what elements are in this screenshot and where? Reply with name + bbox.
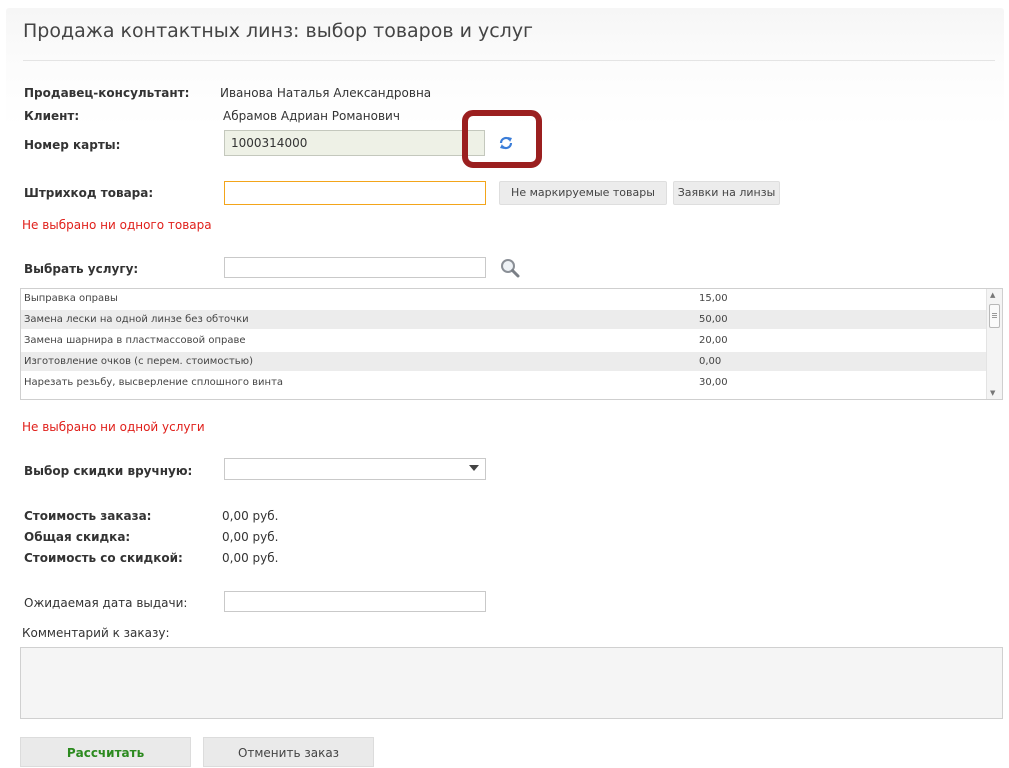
service-price: 50,00 (699, 314, 728, 325)
comment-label: Комментарий к заказу: (22, 626, 170, 640)
order-cost-label: Стоимость заказа: (24, 509, 152, 523)
service-price: 20,00 (699, 335, 728, 346)
discount-select[interactable] (224, 458, 486, 480)
service-price: 30,00 (699, 377, 728, 388)
service-label: Выбрать услугу: (24, 262, 139, 276)
services-list[interactable]: Выправка оправы 15,00 Замена лески на од… (20, 288, 1003, 400)
unmarked-goods-button[interactable]: Не маркируемые товары (499, 181, 667, 205)
delivery-date-label: Ожидаемая дата выдачи: (24, 596, 188, 610)
scrollbar-thumb[interactable] (989, 304, 1000, 328)
seller-value: Иванова Наталья Александровна (220, 86, 432, 100)
list-item[interactable]: Изготовление очков (с перем. стоимостью)… (21, 352, 987, 371)
discounted-cost-label: Стоимость со скидкой: (24, 551, 183, 565)
list-item[interactable]: Замена шарнира в пластмассовой оправе 20… (21, 331, 987, 350)
scroll-up-icon[interactable]: ▲ (990, 291, 995, 299)
seller-label: Продавец-консультант: (24, 86, 190, 100)
discount-label: Выбор скидки вручную: (24, 464, 193, 478)
highlight-box (462, 110, 542, 168)
client-label: Клиент: (24, 109, 80, 123)
chevron-down-icon (469, 465, 479, 471)
service-name: Выправка оправы (24, 293, 118, 304)
service-name: Замена лески на одной линзе без обточки (24, 314, 249, 325)
page-title: Продажа контактных линз: выбор товаров и… (23, 20, 534, 42)
service-price: 15,00 (699, 293, 728, 304)
services-scrollbar[interactable]: ▲ ▼ (986, 289, 1002, 399)
list-item[interactable]: Нарезать резьбу, высверление сплошного в… (21, 373, 987, 392)
cancel-order-button[interactable]: Отменить заказ (203, 737, 374, 767)
total-discount-label: Общая скидка: (24, 530, 131, 544)
service-price: 0,00 (699, 356, 722, 367)
no-services-error: Не выбрано ни одной услуги (22, 420, 205, 434)
list-item[interactable]: Выправка оправы 15,00 (21, 289, 987, 308)
service-name: Замена шарнира в пластмассовой оправе (24, 335, 246, 346)
calculate-button[interactable]: Рассчитать (20, 737, 191, 767)
order-cost-value: 0,00 руб. (222, 509, 279, 523)
card-label: Номер карты: (24, 138, 121, 152)
delivery-date-input[interactable] (224, 591, 486, 612)
comment-textarea[interactable] (20, 647, 1003, 719)
title-divider (23, 60, 995, 61)
list-item[interactable]: Замена лески на одной линзе без обточки … (21, 310, 987, 329)
service-name: Изготовление очков (с перем. стоимостью) (24, 356, 253, 367)
lens-orders-button[interactable]: Заявки на линзы (673, 181, 780, 205)
service-input[interactable] (224, 257, 486, 278)
scroll-down-icon[interactable]: ▼ (990, 389, 995, 397)
client-value: Абрамов Адриан Романович (223, 109, 400, 123)
discounted-cost-value: 0,00 руб. (222, 551, 279, 565)
service-name: Нарезать резьбу, высверление сплошного в… (24, 377, 284, 388)
barcode-label: Штрихкод товара: (24, 186, 154, 200)
no-goods-error: Не выбрано ни одного товара (22, 218, 212, 232)
card-number-field[interactable]: 1000314000 (224, 130, 485, 156)
magnifier-icon[interactable] (499, 257, 521, 279)
barcode-input[interactable] (224, 181, 486, 205)
total-discount-value: 0,00 руб. (222, 530, 279, 544)
